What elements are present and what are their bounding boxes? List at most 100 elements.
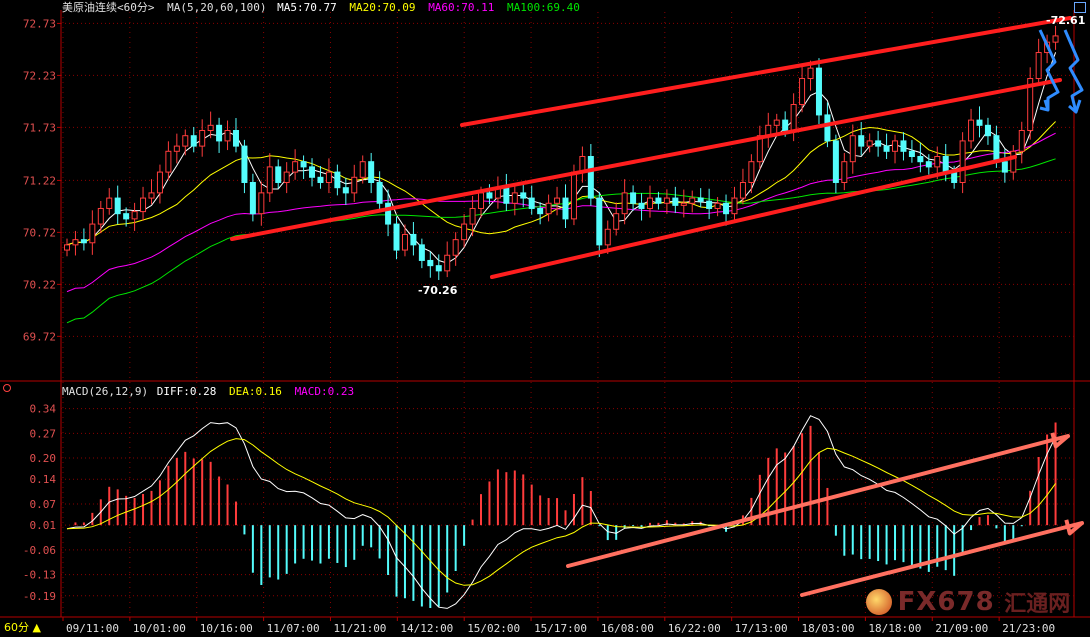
macd-tick-label: 0.20 <box>30 452 57 465</box>
candle-body <box>799 78 806 106</box>
candle-body <box>173 145 180 152</box>
price-tick-label: 71.22 <box>23 174 56 187</box>
dea-line <box>66 438 1057 586</box>
candle-body <box>968 119 975 142</box>
candle-body <box>385 202 392 225</box>
candle-body <box>984 124 991 137</box>
period-selector[interactable]: 60分 ▲ <box>4 621 41 635</box>
candle-body <box>131 211 138 220</box>
time-tick-label: 17/13:00 <box>735 622 788 635</box>
macd-tick-label: 0.01 <box>30 519 57 532</box>
time-tick-label: 10/16:00 <box>200 622 253 635</box>
price-tick-label: 70.72 <box>23 226 56 239</box>
candle-body <box>283 171 290 183</box>
candle-body <box>697 197 704 202</box>
candle-body <box>925 161 932 168</box>
candle-body <box>858 135 865 147</box>
candle-body <box>224 130 231 142</box>
candle-body <box>714 202 721 209</box>
candle-body <box>849 135 856 163</box>
candle-body <box>1010 150 1017 173</box>
candle-body <box>875 140 882 147</box>
candle-body <box>207 124 214 132</box>
candle-body <box>739 181 746 199</box>
diff-value: DIFF:0.28 <box>156 385 217 398</box>
candle-body <box>156 171 163 194</box>
chart-header: 美原油连续<60分> MA(5,20,60,100) MA5:70.77 MA2… <box>62 1 580 15</box>
price-y-axis: 72.73 72.23 71.73 71.22 70.72 70.22 69.72 <box>23 17 61 343</box>
candle-body <box>663 197 670 204</box>
time-tick-label: 09/11:00 <box>66 622 119 635</box>
macd-tick-label: 0.14 <box>30 473 57 486</box>
candle-body <box>900 140 907 152</box>
window-restore-icon[interactable] <box>1074 2 1086 13</box>
candle-body <box>258 192 265 215</box>
time-tick-label: 11/07:00 <box>267 622 320 635</box>
candle-body <box>486 192 493 199</box>
candle-body <box>401 233 408 251</box>
macd-tick-label: -0.19 <box>23 590 56 603</box>
chart-frame <box>0 10 1090 618</box>
moving-average-lines <box>66 52 1057 324</box>
candle-body <box>570 171 577 220</box>
time-tick-label: 21/23:00 <box>1002 622 1055 635</box>
candle-body <box>317 176 324 183</box>
ma100-value: MA100:69.40 <box>507 1 580 14</box>
macd-y-axis: 0.34 0.27 0.20 0.14 0.07 0.01 -0.06 -0.13 -0.19 <box>23 403 56 603</box>
candle-body <box>452 239 459 256</box>
candle-body <box>993 135 1000 163</box>
candle-body <box>190 135 197 147</box>
blue-arrow-head-1 <box>1039 99 1050 112</box>
macd-tick-label: -0.13 <box>23 569 56 582</box>
candle-body <box>528 197 535 209</box>
dea-value: DEA:0.16 <box>228 385 282 398</box>
candle-body <box>866 140 873 147</box>
candle-body <box>300 161 307 168</box>
candle-body <box>951 171 958 183</box>
macd-value: MACD:0.23 <box>294 385 355 398</box>
candle-body <box>275 166 282 183</box>
candle-body <box>199 130 206 147</box>
candle-body <box>723 202 730 215</box>
macd-params[interactable]: MACD(26,12,9) <box>62 385 148 398</box>
price-tick-label: 70.22 <box>23 278 56 291</box>
candle-body <box>815 67 822 116</box>
candle-body <box>832 140 839 183</box>
candle-body <box>469 207 476 225</box>
candle-body <box>376 181 383 204</box>
candle-body <box>342 187 349 194</box>
candle-body <box>418 244 425 261</box>
time-tick-label: 15/02:00 <box>467 622 520 635</box>
ma-settings[interactable]: MA(5,20,60,100) <box>167 1 266 14</box>
settings-dot-icon[interactable] <box>3 384 11 392</box>
watermark-subtext: 汇通网 <box>1004 592 1071 617</box>
candle-body <box>249 181 256 215</box>
candle-body <box>503 187 510 204</box>
candle-body <box>165 150 172 173</box>
watermark-text: FX678 <box>897 587 995 617</box>
candle-body <box>266 166 273 194</box>
ma5-line <box>66 52 1057 264</box>
candle-body <box>655 197 662 204</box>
candle-body <box>554 197 561 204</box>
candle-body <box>1001 161 1008 173</box>
macd-header: MACD(26,12,9) DIFF:0.28 DEA:0.16 MACD:0.… <box>62 385 354 399</box>
candle-body <box>706 200 713 209</box>
time-tick-label: 16/08:00 <box>601 622 654 635</box>
candle-body <box>545 202 552 215</box>
candle-body <box>292 161 299 173</box>
candle-body <box>562 197 569 220</box>
period-label: <60分> <box>117 1 155 14</box>
candle-body <box>114 197 121 215</box>
candle-body <box>689 197 696 204</box>
time-tick-label: 18/18:00 <box>868 622 921 635</box>
candle-body <box>148 192 155 199</box>
ma20-value: MA20:70.09 <box>349 1 416 14</box>
candle-body <box>393 223 400 251</box>
macd-tick-label: -0.06 <box>23 544 56 557</box>
time-tick-label: 10/01:00 <box>133 622 186 635</box>
price-tick-label: 71.73 <box>23 121 56 134</box>
time-tick-label: 15/17:00 <box>534 622 587 635</box>
candle-body <box>976 119 983 126</box>
candle-body <box>435 265 442 272</box>
